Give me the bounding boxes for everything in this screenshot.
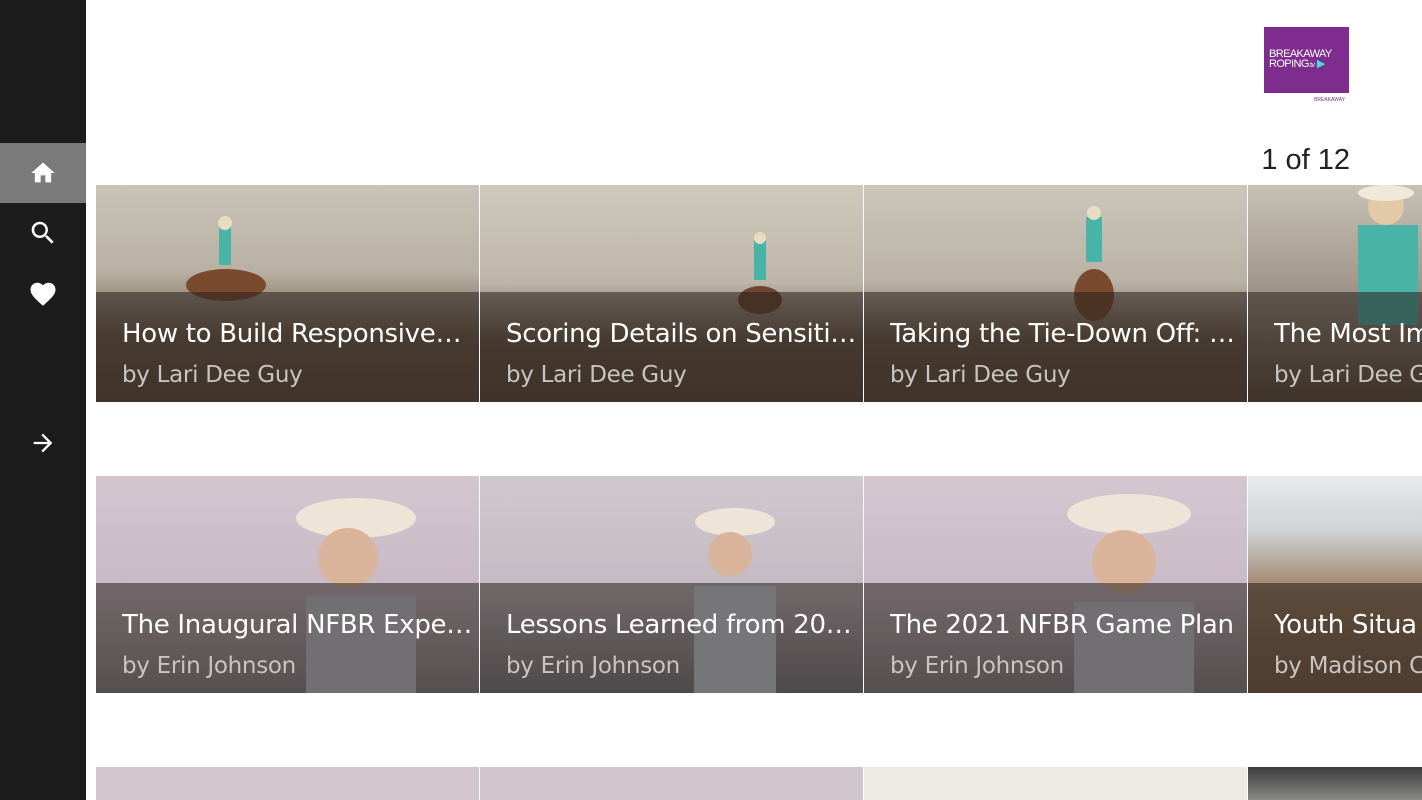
video-card[interactable]: The 2021 NFBR Game Plan by Erin Johnson bbox=[864, 476, 1247, 693]
video-title: The Inaugural NFBR Exper… bbox=[122, 610, 474, 640]
video-card[interactable] bbox=[1248, 767, 1422, 800]
video-author: by Madison C bbox=[1274, 653, 1422, 679]
logo-line2: ROPING.tv ▶ bbox=[1269, 58, 1325, 70]
video-row-2: The Inaugural NFBR Exper… by Erin Johnso… bbox=[96, 476, 1422, 693]
video-title: Youth Situa bbox=[1274, 610, 1417, 640]
sidebar bbox=[0, 0, 86, 800]
arrow-right-icon bbox=[33, 433, 53, 453]
brand-logo: BREAKAWAY ROPING.tv ▶ BREAKAWAY bbox=[1264, 27, 1349, 107]
video-title: The 2021 NFBR Game Plan bbox=[890, 610, 1234, 640]
nav-expand[interactable] bbox=[0, 413, 86, 473]
video-author: by Erin Johnson bbox=[890, 653, 1064, 679]
heart-icon bbox=[30, 282, 56, 306]
video-card[interactable] bbox=[480, 767, 863, 800]
video-card[interactable]: Lessons Learned from 202… by Erin Johnso… bbox=[480, 476, 863, 693]
video-card[interactable]: Taking the Tie-Down Off: … by Lari Dee G… bbox=[864, 185, 1247, 402]
video-thumbnail bbox=[96, 767, 479, 800]
video-author: by Lari Dee Guy bbox=[122, 362, 303, 388]
nav-favorites[interactable] bbox=[0, 264, 86, 324]
video-card[interactable]: How to Build Responsiven… by Lari Dee Gu… bbox=[96, 185, 479, 402]
nav-search[interactable] bbox=[0, 203, 86, 263]
video-thumbnail bbox=[1248, 767, 1422, 800]
logo-small-text: BREAKAWAY bbox=[1314, 97, 1345, 103]
video-author: by Erin Johnson bbox=[506, 653, 680, 679]
video-row-3 bbox=[96, 767, 1422, 800]
video-title: Scoring Details on Sensiti… bbox=[506, 319, 856, 349]
search-icon bbox=[31, 221, 54, 244]
video-author: by Erin Johnson bbox=[122, 653, 296, 679]
video-row-1: How to Build Responsiven… by Lari Dee Gu… bbox=[96, 185, 1422, 402]
video-title: The Most Im bbox=[1274, 319, 1422, 349]
nav-home[interactable] bbox=[0, 143, 86, 203]
video-thumbnail bbox=[480, 767, 863, 800]
video-title: Taking the Tie-Down Off: … bbox=[890, 319, 1235, 349]
video-card[interactable]: The Most Im by Lari Dee G bbox=[1248, 185, 1422, 402]
video-author: by Lari Dee G bbox=[1274, 362, 1422, 388]
video-title: How to Build Responsiven… bbox=[122, 319, 474, 349]
page-counter: 1 of 12 bbox=[1261, 144, 1350, 176]
video-author: by Lari Dee Guy bbox=[506, 362, 687, 388]
video-thumbnail bbox=[864, 767, 1247, 800]
video-card[interactable]: Scoring Details on Sensiti… by Lari Dee … bbox=[480, 185, 863, 402]
video-card[interactable] bbox=[96, 767, 479, 800]
video-card[interactable] bbox=[864, 767, 1247, 800]
logo-badge: BREAKAWAY ROPING.tv ▶ bbox=[1264, 27, 1349, 93]
video-card[interactable]: The Inaugural NFBR Exper… by Erin Johnso… bbox=[96, 476, 479, 693]
home-icon bbox=[31, 162, 55, 183]
video-card[interactable]: Youth Situa by Madison C bbox=[1248, 476, 1422, 693]
video-author: by Lari Dee Guy bbox=[890, 362, 1071, 388]
video-title: Lessons Learned from 202… bbox=[506, 610, 858, 640]
